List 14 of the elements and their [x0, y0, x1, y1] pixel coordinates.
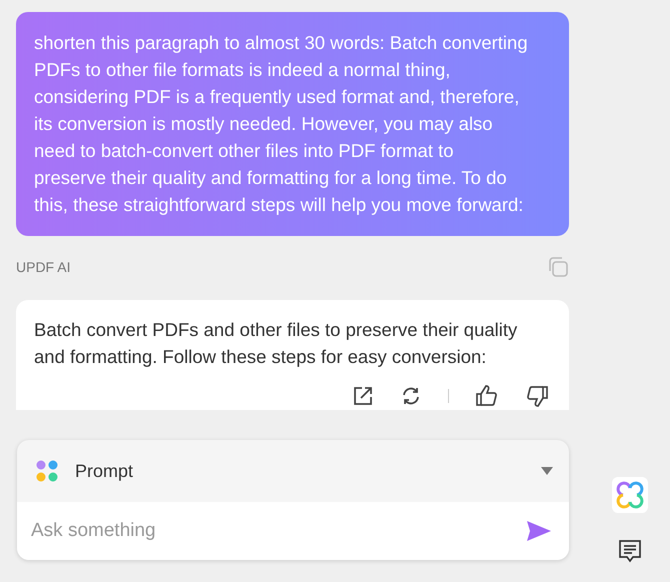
user-message: shorten this paragraph to almost 30 words: Batch converting PDFs to other file formats is indeed a normal thing, considering PDF is a frequently used format and, therefore, its conversion is mostly needed. However, you may also need to batch-convert other files into PDF format to preserve their quality and formatting for a long time. To do this, these straightforward steps will help you move forward: — [16, 12, 569, 236]
app-logo-icon[interactable] — [612, 477, 648, 513]
refresh-icon[interactable] — [400, 385, 422, 407]
prompt-mode-label[interactable]: Prompt — [75, 460, 525, 482]
assistant-message: Batch convert PDFs and other files to preserve their quality and formatting. Follow these steps for easy conversion: — [34, 318, 518, 369]
export-icon[interactable] — [352, 385, 374, 407]
ask-input-field[interactable]: Ask something — [17, 502, 569, 560]
thumbs-down-icon[interactable] — [525, 384, 549, 408]
send-icon[interactable] — [527, 521, 551, 541]
dropdown-caret-icon[interactable] — [541, 467, 553, 475]
thumbs-up-icon[interactable] — [475, 384, 499, 408]
chat-icon[interactable] — [618, 539, 642, 565]
prompt-icon — [35, 459, 59, 483]
assistant-name: UPDF AI — [16, 259, 70, 275]
